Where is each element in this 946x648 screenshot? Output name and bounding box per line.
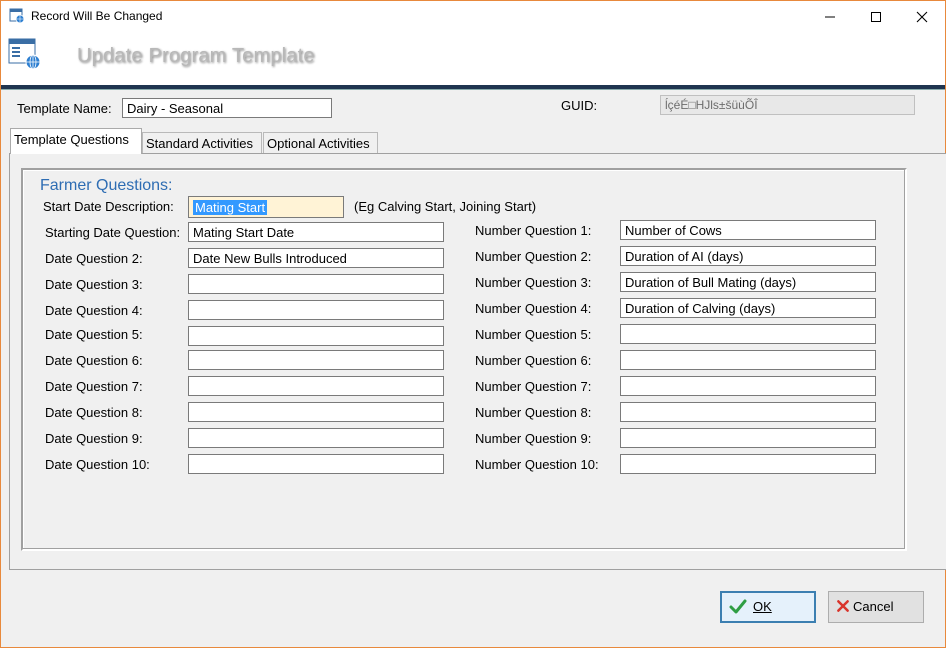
number-question-4-input[interactable]: Duration of Calving (days) — [620, 298, 876, 318]
number-question-9-label: Number Question 9: — [475, 431, 592, 446]
template-name-input[interactable]: Dairy - Seasonal — [122, 98, 332, 118]
number-question-3-input[interactable]: Duration of Bull Mating (days) — [620, 272, 876, 292]
date-question-4-input[interactable] — [188, 300, 444, 320]
date-question-7-label: Date Question 7: — [45, 379, 143, 394]
date-question-10-label: Date Question 10: — [45, 457, 150, 472]
title-bar: Record Will Be Changed — [1, 1, 945, 31]
date-question-6-label: Date Question 6: — [45, 353, 143, 368]
date-question-2-label: Date Question 2: — [45, 251, 143, 266]
date-question-9-label: Date Question 9: — [45, 431, 143, 446]
number-question-2-input[interactable]: Duration of AI (days) — [620, 246, 876, 266]
farmer-questions-title: Farmer Questions: — [40, 177, 173, 194]
number-question-8-input[interactable] — [620, 402, 876, 422]
number-question-6-input[interactable] — [620, 350, 876, 370]
date-question-8-label: Date Question 8: — [45, 405, 143, 420]
maximize-icon — [871, 12, 881, 23]
ok-button[interactable]: OK — [720, 591, 816, 623]
number-question-6-label: Number Question 6: — [475, 353, 592, 368]
template-name-label: Template Name: — [17, 101, 112, 116]
date-question-6-input[interactable] — [188, 350, 444, 370]
maximize-button[interactable] — [853, 1, 899, 31]
selected-text: Mating Start — [193, 200, 268, 215]
dialog-header: Update Program Template — [1, 31, 945, 85]
number-question-5-input[interactable] — [620, 324, 876, 344]
checkmark-icon — [729, 599, 747, 614]
cancel-x-icon — [837, 600, 849, 612]
number-question-5-label: Number Question 5: — [475, 327, 592, 342]
date-question-8-input[interactable] — [188, 402, 444, 422]
program-template-icon — [8, 38, 41, 70]
guid-label: GUID: — [561, 98, 598, 113]
minimize-icon — [825, 16, 835, 18]
start-date-description-label: Start Date Description: — [43, 199, 174, 214]
cancel-button[interactable]: Cancel — [828, 591, 924, 623]
cancel-button-label: Cancel — [853, 599, 894, 614]
number-question-7-input[interactable] — [620, 376, 876, 396]
number-question-7-label: Number Question 7: — [475, 379, 592, 394]
number-question-10-input[interactable] — [620, 454, 876, 474]
date-question-2-input[interactable]: Date New Bulls Introduced — [188, 248, 444, 268]
page-title: Update Program Template — [77, 45, 315, 67]
number-question-9-input[interactable] — [620, 428, 876, 448]
close-button[interactable] — [899, 1, 945, 31]
date-question-7-input[interactable] — [188, 376, 444, 396]
number-question-1-label: Number Question 1: — [475, 223, 592, 238]
date-question-1-input[interactable]: Mating Start Date — [188, 222, 444, 242]
tab-standard-activities[interactable]: Standard Activities — [142, 132, 262, 154]
date-question-1-label: Starting Date Question: — [45, 225, 181, 240]
window-title: Record Will Be Changed — [31, 9, 163, 23]
ok-button-label: OK — [753, 599, 772, 614]
close-icon — [916, 11, 928, 23]
start-date-description-input[interactable]: Mating Start — [188, 196, 344, 218]
guid-field: ĺçéÉ□HJls±šüùÕÎ — [660, 95, 915, 115]
number-question-8-label: Number Question 8: — [475, 405, 592, 420]
number-question-3-label: Number Question 3: — [475, 275, 592, 290]
date-question-4-label: Date Question 4: — [45, 303, 143, 318]
number-question-2-label: Number Question 2: — [475, 249, 592, 264]
number-question-1-input[interactable]: Number of Cows — [620, 220, 876, 240]
tab-template-questions[interactable]: Template Questions — [10, 128, 142, 154]
header-divider — [1, 85, 945, 90]
number-question-4-label: Number Question 4: — [475, 301, 592, 316]
date-question-9-input[interactable] — [188, 428, 444, 448]
date-question-3-label: Date Question 3: — [45, 277, 143, 292]
date-question-10-input[interactable] — [188, 454, 444, 474]
date-question-5-input[interactable] — [188, 326, 444, 346]
start-date-description-hint: (Eg Calving Start, Joining Start) — [354, 199, 537, 214]
tab-optional-activities[interactable]: Optional Activities — [263, 132, 378, 154]
date-question-3-input[interactable] — [188, 274, 444, 294]
number-question-10-label: Number Question 10: — [475, 457, 599, 472]
app-window-icon — [9, 8, 25, 24]
date-question-5-label: Date Question 5: — [45, 327, 143, 342]
minimize-button[interactable] — [807, 1, 853, 31]
